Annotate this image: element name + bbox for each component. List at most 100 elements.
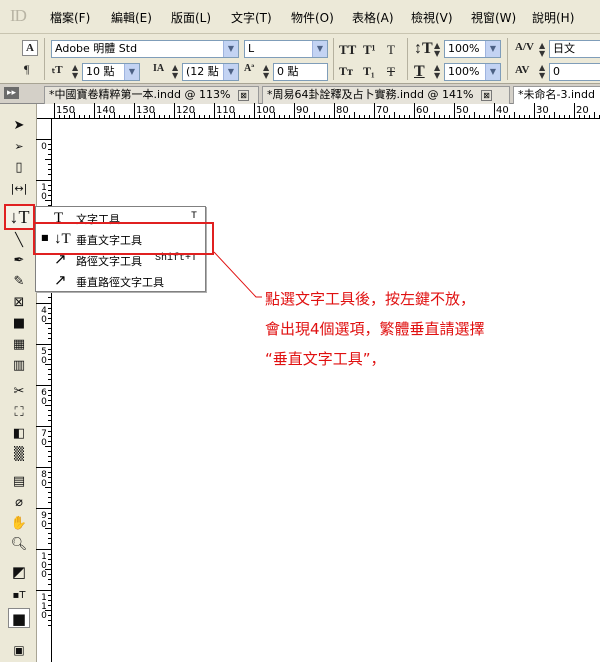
ruler-tick [48,374,51,375]
toolbox: ➤ ➢ ▯ |↔| ↓T ╲ ✒ ✎ ⊠ ■ ▦ ▥ ✂ ⛶ ◧ ▒ ▤ ⌀ ✋… [0,104,37,662]
tab-document-3[interactable]: *未命名-3.indd [513,86,600,104]
chevron-down-icon[interactable]: ▼ [485,64,500,80]
language-spin-icon[interactable]: ▲ ▼ [539,42,545,58]
small-caps-icon[interactable]: Tт [339,64,353,79]
ruler-tick [48,451,51,452]
ruler-tick [48,620,51,621]
grid-tool-icon[interactable]: ▥ [8,356,30,376]
menu-layout[interactable]: 版面(L) [171,9,211,26]
tracking-field[interactable]: 0 [549,63,600,81]
all-caps-icon[interactable]: TT [339,42,356,58]
font-size-spin-icon[interactable]: ▲ ▼ [72,64,78,80]
gradient-feather-tool-icon[interactable]: ▒ [8,445,30,465]
subscript-icon[interactable]: T₁ [363,64,375,79]
preview-mode-icon[interactable]: ▣ [8,640,30,660]
close-icon[interactable]: ⊠ [237,89,249,101]
ruler-tick [454,103,455,118]
menu-file[interactable]: 檔案(F) [50,9,90,26]
note-tool-icon[interactable]: ▤ [8,472,30,492]
baseline-spin-icon[interactable]: ▲ ▼ [263,64,269,80]
menu-window[interactable]: 視窗(W) [471,9,516,26]
ruler-tick [244,115,245,118]
font-family-select[interactable]: Adobe 明體 Std ▼ [51,40,239,58]
menu-type[interactable]: 文字(T) [231,9,272,26]
character-mode-icon[interactable]: A [22,40,38,56]
zoom-tool-icon[interactable]: 🔍︎ [8,535,30,555]
rectangle-tool-icon[interactable]: ■ [8,314,30,334]
chevron-down-icon[interactable]: ▼ [312,41,327,57]
apply-color-icon[interactable]: ▪T [8,586,30,606]
chevron-down-icon[interactable]: ▼ [223,64,238,80]
menu-view[interactable]: 檢視(V) [411,9,453,26]
type-tool-icon[interactable]: ↓T [4,204,35,230]
ruler-tick [274,112,275,118]
table-tool-icon[interactable]: ▦ [8,335,30,355]
ruler-tick [48,313,51,314]
font-size-field[interactable]: 10 點 ▼ [82,63,140,81]
line-tool-icon[interactable]: ╲ [8,231,30,251]
language-select[interactable]: 日文 [549,40,600,58]
ruler-tick [48,297,51,298]
document-canvas[interactable] [53,120,600,662]
selection-tool-icon[interactable]: ➤ [8,116,30,136]
baseline-shift-field[interactable]: 0 點 [273,63,328,81]
tab-document-2[interactable]: *周易64卦詮釋及占卜實務.indd @ 141% ⊠ [262,86,510,104]
scissors-tool-icon[interactable]: ✂ [8,382,30,402]
free-transform-tool-icon[interactable]: ⛶ [8,403,30,423]
menu-table[interactable]: 表格(A) [352,9,394,26]
paragraph-mode-icon[interactable]: ¶ [24,62,29,77]
fill-stroke-icon[interactable]: ◩ [8,562,30,582]
ruler-tick [36,385,51,386]
menu-edit[interactable]: 編輯(E) [111,9,152,26]
ruler-tick [48,559,51,560]
gap-tool-icon[interactable]: |↔| [8,179,30,199]
gradient-swatch-tool-icon[interactable]: ◧ [8,424,30,444]
ruler-tick [48,144,51,145]
ruler-tick [574,103,575,118]
ruler-tick [149,115,150,118]
vertical-scale-field[interactable]: 100% ▼ [444,40,501,58]
ruler-tick [36,549,51,550]
horizontal-ruler[interactable]: 150 140 130 120 110 100 90 80 70 60 50 40 30 20 [37,103,600,119]
leading-spin-icon[interactable]: ▲ ▼ [172,64,178,80]
menu-help[interactable]: 說明(H) [532,9,574,26]
pencil-tool-icon[interactable]: ✎ [8,272,30,292]
superscript-icon[interactable]: T¹ [363,42,376,58]
direct-selection-tool-icon[interactable]: ➢ [8,137,30,157]
vertical-ruler[interactable]: 01 02 03 04 05 06 07 08 09 01 0 01 1 0 [36,119,52,662]
eyedropper-tool-icon[interactable]: ⌀ [8,493,30,513]
leading-field[interactable]: (12 點 ▼ [182,63,239,81]
font-style-select[interactable]: L ▼ [244,40,328,58]
font-size-value: 10 點 [86,65,115,78]
vertical-scale-spin-icon[interactable]: ▲ ▼ [434,42,440,58]
pen-tool-icon[interactable]: ✒ [8,251,30,271]
ruler-tick [45,487,51,488]
menu-object[interactable]: 物件(O) [291,9,334,26]
tab-document-1[interactable]: *中國寶卷精粹第一本.indd @ 113% ⊠ [44,86,259,104]
horizontal-scale-spin-icon[interactable]: ▲ ▼ [434,64,440,80]
baseline-shift-value: 0 點 [277,65,299,78]
chevron-down-icon[interactable]: ▼ [485,41,500,57]
close-icon[interactable]: ⊠ [480,89,492,101]
ruler-tick [45,569,51,570]
ruler-tick [48,354,51,355]
strikethrough-icon[interactable]: T [387,64,395,80]
horizontal-scale-field[interactable]: 100% ▼ [444,63,501,81]
normal-view-icon[interactable]: ■ [8,608,30,628]
page-tool-icon[interactable]: ▯ [8,158,30,178]
hand-tool-icon[interactable]: ✋ [8,514,30,534]
tracking-spin-icon[interactable]: ▲ ▼ [539,64,545,80]
ruler-tick [36,426,51,427]
ruler-tick [134,103,135,118]
ruler-tick [549,115,550,118]
ruler-tick [254,103,255,118]
rectangle-frame-tool-icon[interactable]: ⊠ [8,293,30,313]
ruler-tick [404,115,405,118]
ruler-tick [249,115,250,118]
flyout-item-vertical-type-on-path-tool[interactable]: ↗ 垂直路徑文字工具 [36,271,205,291]
chevron-down-icon[interactable]: ▼ [124,64,139,80]
underline-icon[interactable]: T [387,42,395,58]
collapse-panel-icon[interactable]: ▸▸ [4,87,20,99]
font-size-icon: ₜT [52,64,63,76]
chevron-down-icon[interactable]: ▼ [223,41,238,57]
